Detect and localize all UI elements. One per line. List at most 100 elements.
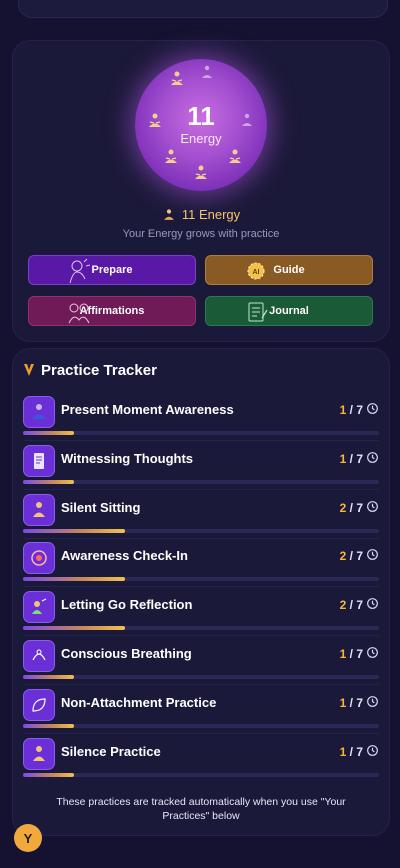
tracker-footnote: These practices are tracked automaticall… [56, 796, 346, 822]
practice-done-count: 1 [339, 403, 347, 417]
practice-row[interactable]: Witnessing Thoughts 1 / 7 [13, 444, 389, 494]
prepare-button[interactable]: Prepare [28, 255, 196, 285]
practice-row[interactable]: Awareness Check-In 2 / 7 [13, 542, 389, 591]
tracker-title: Practice Tracker [41, 362, 157, 379]
practice-count: 2 / 7 [340, 549, 363, 563]
row-divider [23, 586, 379, 588]
progress-track [23, 528, 379, 533]
practice-label: Awareness Check-In [61, 548, 188, 564]
progress-fill [23, 723, 74, 728]
practice-total: / 7 [349, 500, 363, 515]
energy-subtitle: Your Energy grows with practice [122, 228, 280, 240]
guide-label: Guide [273, 264, 305, 276]
practice-done-count: 2 [339, 500, 347, 515]
practice-label: Letting Go Reflection [61, 597, 193, 613]
progress-track [23, 479, 379, 484]
row-divider [23, 635, 379, 637]
practice-label: Present Moment Awareness [61, 402, 234, 417]
practice-count: 1 / 7 [340, 647, 363, 661]
flame-icon [24, 364, 34, 376]
history-icon[interactable] [366, 402, 379, 415]
meditator-icon [163, 209, 174, 220]
progress-track [23, 431, 379, 435]
svg-text:AI: AI [253, 269, 260, 276]
history-icon[interactable] [366, 744, 379, 757]
affirmations-button[interactable]: Affirmations [28, 296, 196, 326]
leaf-icon [23, 688, 55, 721]
progress-track [23, 577, 379, 582]
practice-label: Witnessing Thoughts [61, 450, 194, 466]
practice-tracker-card: Practice Tracker Present Moment Awarenes… [12, 348, 390, 836]
energy-orb: 11 Energy [135, 59, 267, 191]
meditator-figure-icon [229, 149, 241, 163]
guide-icon: AI [247, 262, 265, 280]
affirmations-icon [68, 303, 90, 324]
energy-summary-text: 11 Energy [181, 207, 241, 222]
practice-count: 1 / 7 [340, 403, 363, 417]
journal-button[interactable]: Journal [205, 296, 373, 326]
row-divider [23, 684, 379, 685]
meditator-icon [23, 396, 55, 428]
release-icon [23, 591, 55, 624]
practice-count: 2 / 7 [340, 501, 363, 515]
practice-done-count: 2 [339, 598, 347, 613]
practice-row[interactable]: Letting Go Reflection 2 / 7 [13, 591, 389, 640]
avatar[interactable]: Y [14, 824, 42, 852]
meditator-figure-icon [171, 71, 183, 85]
sitting-icon [23, 493, 55, 526]
progress-fill [23, 577, 125, 582]
practice-label: Silence Practice [61, 743, 161, 759]
prepare-icon [69, 258, 91, 284]
practice-count: 2 / 7 [340, 598, 363, 612]
practice-row[interactable]: Non-Attachment Practice 1 / 7 [13, 688, 389, 738]
practice-count: 1 / 7 [340, 696, 363, 710]
practice-done-count: 1 [339, 451, 347, 466]
history-icon[interactable] [366, 548, 379, 561]
progress-track [23, 675, 379, 679]
meditator-figure-icon [195, 165, 207, 179]
practice-done-count: 2 [339, 549, 347, 564]
practice-row[interactable]: Present Moment Awareness 1 / 7 [13, 396, 389, 445]
row-divider [23, 440, 379, 441]
progress-fill [23, 431, 74, 435]
progress-fill [23, 528, 125, 533]
journal-label: Journal [269, 305, 309, 317]
meditator-figure-icon [165, 149, 177, 163]
progress-fill [23, 772, 74, 777]
progress-track [23, 626, 379, 631]
row-divider [23, 537, 379, 539]
meditator-figure-icon [202, 65, 212, 78]
history-icon[interactable] [366, 451, 379, 464]
silence-icon [23, 737, 55, 770]
practice-done-count: 1 [339, 647, 347, 661]
practice-row[interactable]: Conscious Breathing 1 / 7 [13, 640, 389, 689]
history-icon[interactable] [366, 500, 379, 513]
breath-icon [23, 640, 55, 672]
row-divider [23, 732, 379, 734]
history-icon[interactable] [366, 597, 379, 610]
progress-fill [23, 626, 125, 631]
history-icon[interactable] [366, 695, 379, 708]
practice-row[interactable]: Silent Sitting 2 / 7 [13, 493, 389, 543]
energy-value: 11 [187, 101, 215, 131]
prepare-label: Prepare [91, 264, 133, 276]
progress-fill [23, 479, 74, 484]
notebook-icon [23, 444, 55, 477]
energy-summary: 11 Energy [13, 207, 389, 222]
practice-total: / 7 [349, 549, 363, 564]
practice-label: Conscious Breathing [61, 646, 192, 661]
progress-fill [23, 675, 74, 679]
practice-total: / 7 [349, 451, 363, 466]
practice-count: 1 / 7 [340, 745, 363, 759]
history-icon[interactable] [366, 646, 379, 659]
practice-count: 1 / 7 [340, 452, 363, 466]
guide-button[interactable]: AI Guide [205, 255, 373, 285]
row-divider [23, 488, 379, 490]
progress-track [23, 723, 379, 728]
practice-total: / 7 [349, 647, 363, 661]
progress-track [23, 772, 379, 777]
practice-total: / 7 [349, 744, 363, 759]
practice-label: Silent Sitting [61, 499, 141, 515]
practice-row[interactable]: Silence Practice 1 / 7 [13, 737, 389, 787]
target-icon [23, 542, 55, 575]
